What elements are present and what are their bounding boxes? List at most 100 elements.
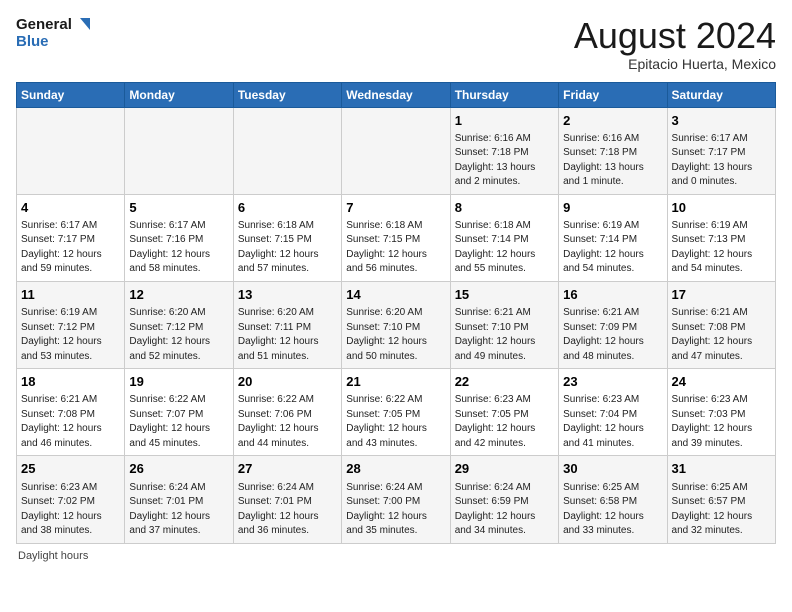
day-cell-21: 21Sunrise: 6:22 AM Sunset: 7:05 PM Dayli… (342, 369, 450, 456)
column-header-saturday: Saturday (667, 82, 775, 107)
day-info: Sunrise: 6:18 AM Sunset: 7:14 PM Dayligh… (455, 219, 554, 277)
day-cell-12: 12 Sunrise: 6:20 AM Sunset: 7:12 PM Dayli… (125, 281, 233, 368)
subtitle: Epitacio Huerta, Mexico (574, 56, 776, 72)
day-cell-4: 4Sunrise: 6:17 AM Sunset: 7:17 PM Daylig… (17, 194, 125, 281)
day-cell-13: 13 Sunrise: 6:20 AM Sunset: 7:11 PM Dayli… (233, 281, 341, 368)
day-info: Sunrise: 6:23 AM Sunset: 7:04 PM Dayligh… (563, 393, 662, 451)
day-info: Sunrise: 6:23 AM Sunset: 7:02 PM Dayligh… (21, 481, 120, 539)
day-cell-31: 31 Sunrise: 6:25 AM Sunset: 6:57 PM Dayli… (667, 456, 775, 543)
column-header-wednesday: Wednesday (342, 82, 450, 107)
day-info: Sunrise: 6:19 AM Sunset: 7:13 PM Dayligh… (672, 219, 771, 277)
calendar-table: SundayMondayTuesdayWednesdayThursdayFrid… (16, 82, 776, 544)
day-cell-25: 25 Sunrise: 6:23 AM Sunset: 7:02 PM Dayli… (17, 456, 125, 543)
day-info: Sunrise: 6:21 AM Sunset: 7:10 PM Dayligh… (455, 306, 554, 364)
day-cell-empty (342, 107, 450, 194)
day-cell-16: 16 Sunrise: 6:21 AM Sunset: 7:09 PM Dayli… (559, 281, 667, 368)
day-cell-24: 24Sunrise: 6:23 AM Sunset: 7:03 PM Dayli… (667, 369, 775, 456)
day-info: Sunrise: 6:18 AM Sunset: 7:15 PM Dayligh… (238, 219, 337, 277)
day-cell-5: 5Sunrise: 6:17 AM Sunset: 7:16 PM Daylig… (125, 194, 233, 281)
day-info: Sunrise: 6:19 AM Sunset: 7:14 PM Dayligh… (563, 219, 662, 277)
day-cell-15: 15 Sunrise: 6:21 AM Sunset: 7:10 PM Dayli… (450, 281, 558, 368)
day-number: 11 (21, 286, 120, 304)
day-number: 8 (455, 199, 554, 217)
column-header-thursday: Thursday (450, 82, 558, 107)
day-info: Sunrise: 6:21 AM Sunset: 7:08 PM Dayligh… (21, 393, 120, 451)
week-row-5: 25 Sunrise: 6:23 AM Sunset: 7:02 PM Dayli… (17, 456, 776, 543)
logo-triangle-icon (74, 16, 92, 34)
day-number: 2 (563, 112, 662, 130)
day-cell-23: 23Sunrise: 6:23 AM Sunset: 7:04 PM Dayli… (559, 369, 667, 456)
day-info: Sunrise: 6:25 AM Sunset: 6:57 PM Dayligh… (672, 481, 771, 539)
day-number: 22 (455, 373, 554, 391)
day-info: Sunrise: 6:20 AM Sunset: 7:11 PM Dayligh… (238, 306, 337, 364)
column-header-friday: Friday (559, 82, 667, 107)
day-number: 6 (238, 199, 337, 217)
day-number: 10 (672, 199, 771, 217)
week-row-2: 4Sunrise: 6:17 AM Sunset: 7:17 PM Daylig… (17, 194, 776, 281)
day-info: Sunrise: 6:24 AM Sunset: 6:59 PM Dayligh… (455, 481, 554, 539)
day-cell-3: 3Sunrise: 6:17 AM Sunset: 7:17 PM Daylig… (667, 107, 775, 194)
day-number: 1 (455, 112, 554, 130)
day-cell-29: 29 Sunrise: 6:24 AM Sunset: 6:59 PM Dayli… (450, 456, 558, 543)
column-header-tuesday: Tuesday (233, 82, 341, 107)
day-number: 12 (129, 286, 228, 304)
day-cell-26: 26 Sunrise: 6:24 AM Sunset: 7:01 PM Dayli… (125, 456, 233, 543)
day-number: 18 (21, 373, 120, 391)
day-cell-18: 18 Sunrise: 6:21 AM Sunset: 7:08 PM Dayli… (17, 369, 125, 456)
day-number: 26 (129, 460, 228, 478)
day-number: 16 (563, 286, 662, 304)
page-container: General Blue August 2024 Epitacio Huerta… (0, 0, 792, 570)
logo: General Blue (16, 16, 92, 51)
day-info: Sunrise: 6:17 AM Sunset: 7:16 PM Dayligh… (129, 219, 228, 277)
day-cell-10: 10 Sunrise: 6:19 AM Sunset: 7:13 PM Dayli… (667, 194, 775, 281)
footer: Daylight hours (16, 550, 776, 562)
day-number: 25 (21, 460, 120, 478)
day-info: Sunrise: 6:24 AM Sunset: 7:01 PM Dayligh… (238, 481, 337, 539)
day-cell-empty (17, 107, 125, 194)
day-info: Sunrise: 6:21 AM Sunset: 7:09 PM Dayligh… (563, 306, 662, 364)
day-cell-empty (233, 107, 341, 194)
day-cell-1: 1 Sunrise: 6:16 AM Sunset: 7:18 PM Daylig… (450, 107, 558, 194)
day-number: 7 (346, 199, 445, 217)
day-info: Sunrise: 6:25 AM Sunset: 6:58 PM Dayligh… (563, 481, 662, 539)
day-cell-27: 27 Sunrise: 6:24 AM Sunset: 7:01 PM Dayli… (233, 456, 341, 543)
day-number: 31 (672, 460, 771, 478)
day-number: 29 (455, 460, 554, 478)
logo-general: General (16, 17, 72, 34)
day-cell-2: 2 Sunrise: 6:16 AM Sunset: 7:18 PM Daylig… (559, 107, 667, 194)
logo-text-block: General Blue (16, 16, 92, 51)
day-info: Sunrise: 6:23 AM Sunset: 7:05 PM Dayligh… (455, 393, 554, 451)
footer-text: Daylight hours (18, 550, 88, 562)
day-number: 27 (238, 460, 337, 478)
day-cell-22: 22 Sunrise: 6:23 AM Sunset: 7:05 PM Dayli… (450, 369, 558, 456)
day-info: Sunrise: 6:24 AM Sunset: 7:00 PM Dayligh… (346, 481, 445, 539)
day-number: 15 (455, 286, 554, 304)
day-cell-6: 6 Sunrise: 6:18 AM Sunset: 7:15 PM Daylig… (233, 194, 341, 281)
day-info: Sunrise: 6:23 AM Sunset: 7:03 PM Dayligh… (672, 393, 771, 451)
header: General Blue August 2024 Epitacio Huerta… (16, 16, 776, 72)
day-info: Sunrise: 6:22 AM Sunset: 7:06 PM Dayligh… (238, 393, 337, 451)
day-info: Sunrise: 6:19 AM Sunset: 7:12 PM Dayligh… (21, 306, 120, 364)
day-info: Sunrise: 6:16 AM Sunset: 7:18 PM Dayligh… (563, 132, 662, 190)
day-number: 19 (129, 373, 228, 391)
day-number: 13 (238, 286, 337, 304)
day-cell-14: 14 Sunrise: 6:20 AM Sunset: 7:10 PM Dayli… (342, 281, 450, 368)
day-number: 3 (672, 112, 771, 130)
header-row: SundayMondayTuesdayWednesdayThursdayFrid… (17, 82, 776, 107)
day-cell-8: 8 Sunrise: 6:18 AM Sunset: 7:14 PM Daylig… (450, 194, 558, 281)
main-title: August 2024 (574, 16, 776, 56)
day-cell-11: 11 Sunrise: 6:19 AM Sunset: 7:12 PM Dayli… (17, 281, 125, 368)
day-number: 4 (21, 199, 120, 217)
day-info: Sunrise: 6:24 AM Sunset: 7:01 PM Dayligh… (129, 481, 228, 539)
day-info: Sunrise: 6:22 AM Sunset: 7:07 PM Dayligh… (129, 393, 228, 451)
day-cell-17: 17Sunrise: 6:21 AM Sunset: 7:08 PM Dayli… (667, 281, 775, 368)
day-number: 14 (346, 286, 445, 304)
day-number: 9 (563, 199, 662, 217)
day-cell-28: 28Sunrise: 6:24 AM Sunset: 7:00 PM Dayli… (342, 456, 450, 543)
title-block: August 2024 Epitacio Huerta, Mexico (574, 16, 776, 72)
day-info: Sunrise: 6:16 AM Sunset: 7:18 PM Dayligh… (455, 132, 554, 190)
day-cell-7: 7Sunrise: 6:18 AM Sunset: 7:15 PM Daylig… (342, 194, 450, 281)
day-info: Sunrise: 6:20 AM Sunset: 7:12 PM Dayligh… (129, 306, 228, 364)
logo-blue: Blue (16, 34, 92, 51)
day-info: Sunrise: 6:20 AM Sunset: 7:10 PM Dayligh… (346, 306, 445, 364)
